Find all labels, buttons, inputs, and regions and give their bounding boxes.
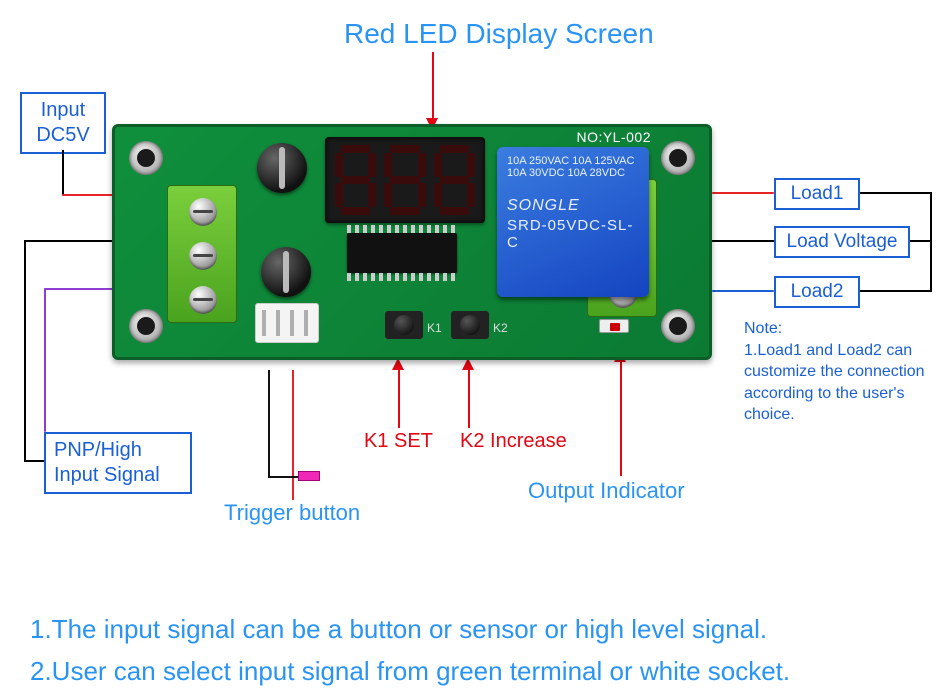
label-pnp: PNP/High Input Signal xyxy=(44,432,192,494)
label-k2: K2 Increase xyxy=(460,430,567,453)
note-body: 1.Load1 and Load2 can customize the conn… xyxy=(744,342,925,424)
wire-r-v xyxy=(930,192,932,292)
label-input-dc5v-l1: Input xyxy=(41,99,85,121)
screw-icon xyxy=(189,286,217,314)
mount-hole-icon xyxy=(661,141,695,175)
label-input-dc5v: Input DC5V xyxy=(20,92,106,154)
mount-hole-icon xyxy=(661,309,695,343)
wire-trigger-v1 xyxy=(292,370,294,500)
wire-r-top-h xyxy=(860,192,932,194)
relay-specs-2: 10A 30VDC 10A 28VDC xyxy=(507,167,639,179)
wire-pnp-inner-v xyxy=(44,288,46,432)
footer-line-1: 1.The input signal can be a button or se… xyxy=(30,614,767,645)
output-led-icon xyxy=(599,319,629,333)
wire-r-mid-h xyxy=(910,240,932,242)
label-output-ind: Output Indicator xyxy=(528,478,685,504)
title-red-led: Red LED Display Screen xyxy=(344,18,654,50)
relay: 10A 250VAC 10A 125VAC 10A 30VDC 10A 28VD… xyxy=(497,147,649,297)
label-k1: K1 SET xyxy=(364,430,433,453)
wire-trigger-v2 xyxy=(268,370,270,476)
wire-pnp-outer-v xyxy=(24,240,26,462)
diagram-canvas: Red LED Display Screen Input DC5V PNP/Hi… xyxy=(0,0,952,700)
board-model: NO:YL-002 xyxy=(576,129,651,145)
mount-hole-icon xyxy=(129,141,163,175)
k1-silk: K1 xyxy=(427,321,442,335)
seven-seg-display xyxy=(325,137,485,223)
capacitor-icon xyxy=(257,143,307,193)
note-block: Note: 1.Load1 and Load2 can customize th… xyxy=(744,318,944,426)
footer-line-2: 2.User can select input signal from gree… xyxy=(30,656,790,687)
wire-r-bot-h xyxy=(860,290,932,292)
wire-load1 xyxy=(712,192,774,194)
k1-button xyxy=(385,311,423,339)
mount-hole-icon xyxy=(129,309,163,343)
note-title: Note: xyxy=(744,320,782,337)
ic-chip-icon xyxy=(347,233,457,273)
label-load-voltage: Load Voltage xyxy=(774,226,910,258)
wire-load2 xyxy=(712,290,774,292)
label-input-dc5v-l2: DC5V xyxy=(36,124,89,146)
label-trigger: Trigger button xyxy=(224,500,360,526)
left-terminal-block xyxy=(167,185,237,323)
k2-silk: K2 xyxy=(493,321,508,335)
capacitor-icon xyxy=(261,247,311,297)
white-socket xyxy=(255,303,319,343)
screw-icon xyxy=(189,198,217,226)
relay-part-number: SRD-05VDC-SL-C xyxy=(507,217,639,251)
label-load2: Load2 xyxy=(774,276,860,308)
label-pnp-l2: Input Signal xyxy=(54,464,160,486)
wire-loadv xyxy=(712,240,774,242)
trigger-button-icon xyxy=(298,471,320,481)
label-pnp-l1: PNP/High xyxy=(54,439,142,461)
k2-button xyxy=(451,311,489,339)
relay-specs-1: 10A 250VAC 10A 125VAC xyxy=(507,155,639,167)
label-load1: Load1 xyxy=(774,178,860,210)
relay-brand: SONGLE xyxy=(507,197,639,215)
wire-pnp-outer-h2 xyxy=(24,460,44,462)
pcb-board: NO:YL-002 xyxy=(112,124,712,360)
screw-icon xyxy=(189,242,217,270)
wire-dc5v-v xyxy=(62,150,64,195)
